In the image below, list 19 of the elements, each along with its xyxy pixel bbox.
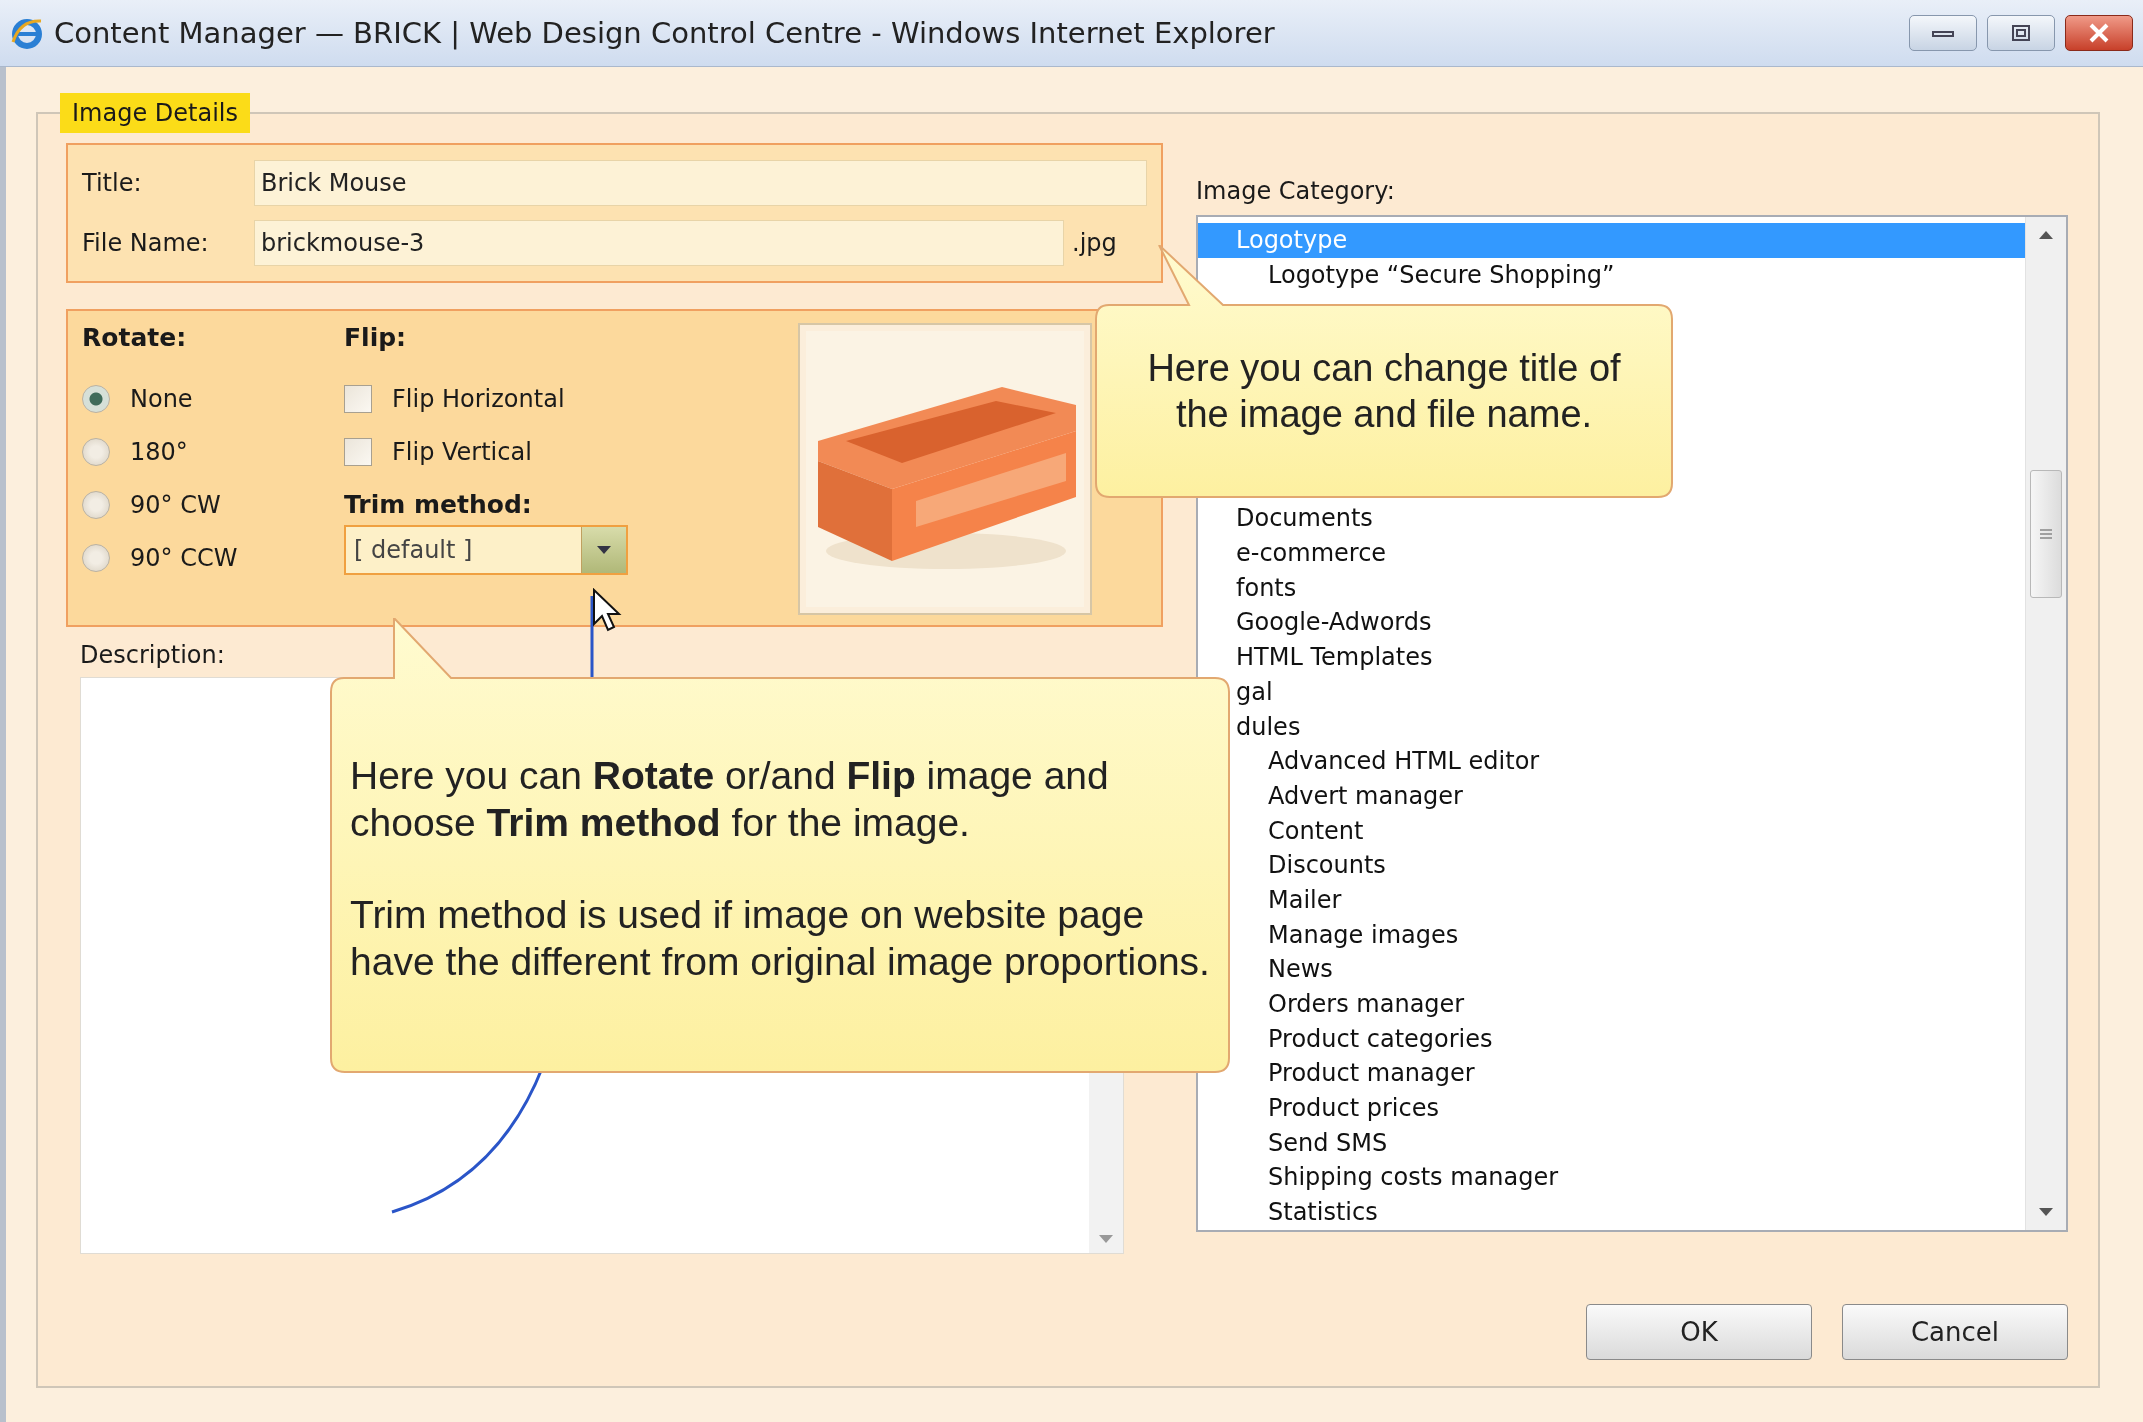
callout-text: Here you can change title of the image and file name. xyxy=(1146,346,1622,437)
callout-text: Here you can Rotate or/and Flip image and choose Trim method for the image. xyxy=(350,753,1110,846)
section-legend: Image Details xyxy=(60,93,250,133)
radio-label: None xyxy=(130,384,193,413)
file-extension: .jpg xyxy=(1072,229,1117,257)
field-label: File Name: xyxy=(82,229,210,257)
callout-text: Trim method is used if image on website page have the different from original image proportions. xyxy=(350,892,1211,985)
rotate-heading: Rotate: xyxy=(82,323,188,352)
window-title: Content Manager — BRICK | Web Design Control Centre - Windows Internet Explorer xyxy=(54,16,1276,50)
checkbox-label: Flip Vertical xyxy=(392,437,532,466)
radio-label: 90° CW xyxy=(130,490,221,519)
flip-heading: Flip: xyxy=(344,323,408,352)
checkbox-label: Flip Horizontal xyxy=(392,384,565,413)
description-label: Description: xyxy=(80,641,226,669)
trim-heading: Trim method: xyxy=(344,490,533,519)
radio-label: 90° CCW xyxy=(130,543,238,572)
category-label: Image Category: xyxy=(1196,177,1396,205)
field-label: Title: xyxy=(82,169,143,197)
radio-label: 180° xyxy=(130,437,188,466)
